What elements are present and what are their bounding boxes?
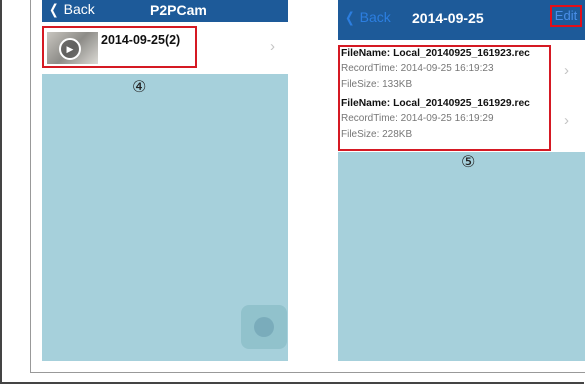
assistive-touch-button[interactable] bbox=[241, 305, 287, 349]
right-navigation-bar: ❮ Back 2014-09-25 Edit ⑥ bbox=[338, 0, 585, 40]
chevron-right-icon: › bbox=[564, 62, 569, 79]
back-label: Back bbox=[63, 1, 95, 17]
chevron-left-icon: ❮ bbox=[345, 9, 355, 25]
assistive-touch-icon bbox=[254, 317, 274, 337]
callout-number-5: ⑤ bbox=[461, 154, 476, 171]
figure-divider-vertical bbox=[30, 0, 31, 372]
page-title: 2014-09-25 bbox=[412, 10, 484, 26]
record-file-name: FileName: Local_20140925_161923.rec bbox=[341, 48, 530, 59]
back-button[interactable]: ❮ Back bbox=[344, 9, 391, 26]
left-phone-screen: ❮ Back P2PCam ▶ 2014-09-25(2) › ④ bbox=[42, 0, 288, 361]
callout-number-4: ④ bbox=[132, 79, 147, 96]
chevron-left-icon: ❮ bbox=[49, 1, 59, 17]
left-navigation-bar: ❮ Back P2PCam bbox=[42, 0, 288, 22]
chevron-right-icon: › bbox=[270, 38, 275, 55]
back-label: Back bbox=[359, 9, 391, 25]
video-thumbnail: ▶ bbox=[47, 32, 98, 64]
back-button[interactable]: ❮ Back bbox=[48, 1, 95, 18]
figure-divider-horizontal bbox=[30, 372, 585, 373]
record-time: RecordTime: 2014-09-25 16:19:29 bbox=[341, 113, 494, 124]
highlight-box-folder: ▶ 2014-09-25(2) bbox=[42, 26, 197, 68]
folder-name: 2014-09-25(2) bbox=[101, 33, 181, 47]
folder-list-item[interactable]: ▶ 2014-09-25(2) › bbox=[42, 22, 288, 74]
page-title: P2PCam bbox=[150, 2, 207, 18]
record-time: RecordTime: 2014-09-25 16:19:23 bbox=[341, 63, 494, 74]
chevron-right-icon: › bbox=[564, 112, 569, 129]
record-file-size: FileSize: 133KB bbox=[341, 79, 413, 90]
play-icon: ▶ bbox=[59, 38, 81, 60]
record-file-name: FileName: Local_20140925_161929.rec bbox=[341, 98, 530, 109]
record-list: FileName: Local_20140925_161923.rec Reco… bbox=[338, 40, 585, 152]
record-file-size: FileSize: 228KB bbox=[341, 129, 413, 140]
edit-button[interactable]: Edit bbox=[550, 5, 582, 27]
right-phone-screen: ❮ Back 2014-09-25 Edit ⑥ FileName: Local… bbox=[338, 0, 585, 361]
